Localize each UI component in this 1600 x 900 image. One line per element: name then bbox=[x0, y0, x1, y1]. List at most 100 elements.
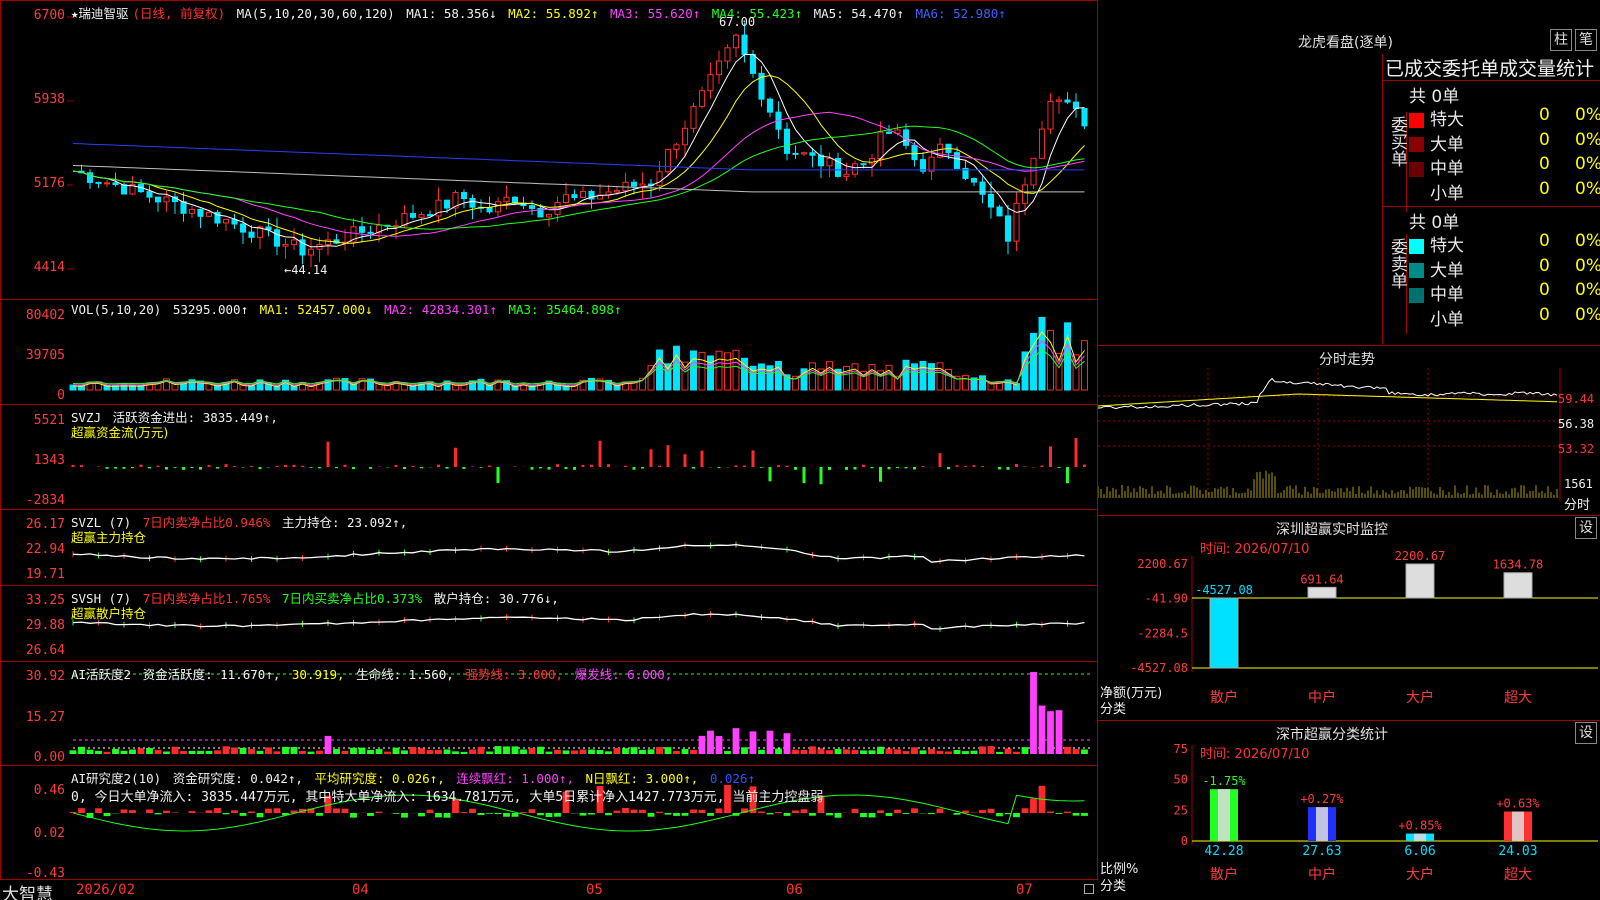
tick-mode-button[interactable]: 笔 bbox=[1575, 29, 1597, 51]
activity-bar bbox=[78, 746, 85, 754]
candle-body bbox=[579, 190, 587, 199]
candlestick-chart[interactable] bbox=[1, 1, 1099, 301]
candle-body bbox=[545, 213, 553, 218]
activity-bar bbox=[120, 750, 128, 754]
flow-bar bbox=[547, 467, 551, 470]
flow-bar bbox=[564, 467, 568, 469]
flow-bar bbox=[71, 465, 75, 467]
monitor-xlabel: 分类 bbox=[1100, 702, 1127, 717]
intraday-y-label: 56.38 bbox=[1558, 417, 1595, 431]
sell-color-swatch bbox=[1409, 287, 1424, 303]
candle-body bbox=[724, 47, 731, 62]
flow-bar bbox=[258, 467, 262, 470]
candle-body bbox=[112, 182, 119, 186]
candle-body bbox=[486, 206, 493, 213]
vol-ma2: MA2: 42834.301↑ bbox=[384, 302, 497, 317]
ai1-y-label: 30.92 bbox=[25, 669, 65, 684]
vol-y-label: 39705 bbox=[25, 348, 65, 363]
flow-bar bbox=[284, 464, 287, 467]
flow-bar bbox=[1006, 467, 1010, 470]
svzj-subtitle: 超赢资金流(万元) bbox=[71, 425, 169, 440]
candle-body bbox=[205, 211, 213, 217]
svsh-panel[interactable]: SVSH (7) 7日内卖净占比1.765% 7日内买卖净占比0.373% 散户… bbox=[0, 585, 1098, 662]
activity-bar bbox=[171, 746, 179, 754]
flow-bar bbox=[369, 467, 372, 469]
candle-body bbox=[197, 209, 204, 217]
flow-bar bbox=[981, 465, 984, 467]
activity-bar bbox=[214, 750, 221, 754]
research-bar bbox=[120, 809, 128, 813]
candle-body bbox=[469, 197, 476, 208]
flow-bar bbox=[573, 467, 576, 470]
flow-bar bbox=[496, 467, 500, 484]
research-bar bbox=[469, 808, 476, 813]
svsh-y-label: 33.25 bbox=[25, 593, 65, 608]
dragon-tabs[interactable]: 已成交委托单成交量统计 bbox=[1385, 54, 1594, 81]
candle-body bbox=[953, 152, 961, 169]
activity-bar bbox=[953, 749, 961, 754]
volume-header: VOL(5,10,20) 53295.000↑ MA1: 52457.000↓ … bbox=[71, 302, 625, 317]
activity-bar bbox=[392, 747, 400, 754]
intraday-chart[interactable] bbox=[1098, 346, 1600, 516]
candle-body bbox=[290, 239, 298, 245]
candle-body bbox=[1064, 99, 1071, 103]
research-bar bbox=[996, 813, 1003, 817]
activity-bar bbox=[834, 749, 842, 754]
flow-bar bbox=[122, 467, 126, 469]
research-bar bbox=[494, 813, 502, 815]
flow-bar bbox=[131, 467, 134, 469]
bar-mode-button[interactable]: 柱 bbox=[1550, 29, 1572, 51]
candle-body bbox=[1072, 101, 1080, 110]
volume-bar bbox=[936, 362, 944, 391]
stats-bar-highlight bbox=[1512, 811, 1524, 841]
stats-bar-chart[interactable]: 75 50 25 0 -1.75% 42.28 散户 +0.27% 27.63 中户 +0.85% 6… bbox=[1098, 721, 1600, 900]
research-bar bbox=[698, 809, 706, 813]
monitor-bar-chart[interactable]: 2200.67 -41.90 -2284.5 -4527.08 -4527.08 散户 69… bbox=[1098, 516, 1600, 721]
ai-activity-panel[interactable]: AI活跃度2 资金活跃度: 11.670↑, 30.919, 生命线: 1.56… bbox=[0, 661, 1098, 766]
research-bar bbox=[953, 813, 961, 815]
flow-bar bbox=[182, 467, 185, 470]
svsh-red-text: 7日内卖净占比1.765% bbox=[142, 591, 271, 606]
buy-row-count: 0 bbox=[1539, 129, 1550, 150]
research-bar bbox=[103, 813, 111, 817]
candle-body bbox=[732, 34, 740, 49]
candle-body bbox=[630, 181, 638, 187]
volume-bar bbox=[724, 352, 731, 391]
research-bar bbox=[1013, 813, 1020, 818]
ai2-t1: 资金研究度: 0.042↑, bbox=[172, 771, 303, 786]
lock-icon[interactable] bbox=[1084, 884, 1094, 894]
candle-body bbox=[248, 231, 255, 238]
flow-bar bbox=[275, 465, 279, 467]
research-bar bbox=[987, 808, 995, 813]
price-panel[interactable]: ★瑞迪智驱 (日线, 前复权) MA(5,10,20,30,60,120) MA1… bbox=[0, 0, 1098, 300]
volume-bar bbox=[775, 361, 782, 391]
ma1-value: MA1: 58.356↓ bbox=[406, 6, 497, 21]
ai1-t1: 资金活跃度: 11.670↑, bbox=[142, 667, 281, 682]
monitor-y-label: 2200.67 bbox=[1137, 557, 1188, 571]
flow-bar bbox=[309, 467, 313, 468]
intraday-panel[interactable]: 分时走势 59.44 56.38 53.32 1561 分时 bbox=[1098, 345, 1600, 515]
high-price-note: 67.00 bbox=[719, 15, 756, 29]
research-bar bbox=[511, 813, 519, 817]
candle-body bbox=[996, 206, 1003, 217]
ai-research-panel[interactable]: AI研究度2(10) 资金研究度: 0.042↑, 平均研究度: 0.026↑,… bbox=[0, 765, 1098, 881]
flow-bar bbox=[870, 467, 874, 469]
flow-bar bbox=[148, 467, 151, 469]
research-bar bbox=[715, 808, 723, 813]
stats-change-label: +0.63% bbox=[1496, 797, 1540, 811]
svzl-panel[interactable]: SVZL (7) 7日内卖净占比0.946% 主力持仓: 23.092↑, 超赢… bbox=[0, 509, 1098, 586]
activity-bar bbox=[95, 750, 102, 754]
sell-row-count: 0 bbox=[1539, 304, 1550, 325]
flow-bar bbox=[326, 441, 330, 467]
flow-bar bbox=[607, 464, 610, 467]
activity-bar bbox=[1055, 710, 1063, 754]
sell-row: 特大 0 0% bbox=[1409, 231, 1600, 256]
svzj-panel[interactable]: SVZJ 活跃资金进出: 3835.449↑, 超赢资金流(万元) 5521 1… bbox=[0, 404, 1098, 510]
research-bar bbox=[78, 808, 85, 813]
volume-bar bbox=[911, 363, 918, 391]
volume-panel[interactable]: VOL(5,10,20) 53295.000↑ MA1: 52457.000↓ … bbox=[0, 299, 1098, 405]
activity-bar bbox=[154, 749, 162, 754]
research-bar bbox=[936, 808, 944, 813]
activity-bar bbox=[452, 751, 459, 754]
activity-bar bbox=[1064, 746, 1071, 754]
